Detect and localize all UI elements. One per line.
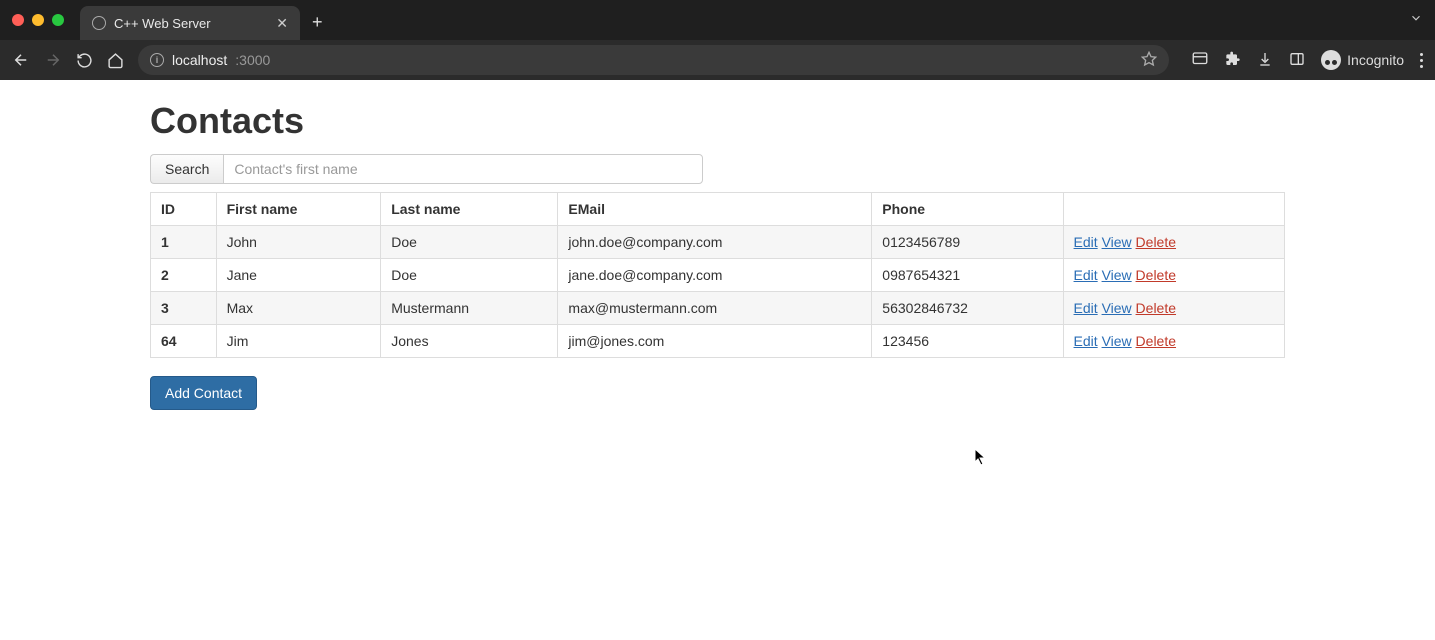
cell-email: max@mustermann.com [558, 292, 872, 325]
col-last-name: Last name [381, 193, 558, 226]
col-first-name: First name [216, 193, 381, 226]
maximize-window-icon[interactable] [52, 14, 64, 26]
toolbar-right-icons: Incognito [1191, 50, 1423, 71]
window-controls [12, 14, 64, 26]
browser-titlebar: C++ Web Server ✕ + [0, 0, 1435, 40]
cell-email: jim@jones.com [558, 325, 872, 358]
incognito-label: Incognito [1347, 52, 1404, 68]
reload-button[interactable] [76, 52, 93, 69]
cell-id: 64 [151, 325, 217, 358]
col-id: ID [151, 193, 217, 226]
cell-email: jane.doe@company.com [558, 259, 872, 292]
globe-icon [92, 16, 106, 30]
edit-link[interactable]: Edit [1074, 300, 1098, 316]
url-host: localhost [172, 52, 227, 68]
new-tab-button[interactable]: + [312, 12, 323, 33]
cell-actions: Edit View Delete [1063, 325, 1284, 358]
cell-first-name: Max [216, 292, 381, 325]
browser-toolbar: i localhost :3000 Incognito [0, 40, 1435, 80]
downloads-icon[interactable] [1257, 51, 1273, 70]
forward-button[interactable] [44, 51, 62, 69]
delete-link[interactable]: Delete [1136, 333, 1176, 349]
add-contact-button[interactable]: Add Contact [150, 376, 257, 410]
delete-link[interactable]: Delete [1136, 234, 1176, 250]
site-info-icon[interactable]: i [150, 53, 164, 67]
minimize-window-icon[interactable] [32, 14, 44, 26]
tabs-overflow-icon[interactable] [1409, 11, 1423, 30]
delete-link[interactable]: Delete [1136, 300, 1176, 316]
cell-id: 3 [151, 292, 217, 325]
search-button[interactable]: Search [150, 154, 223, 184]
cell-email: john.doe@company.com [558, 226, 872, 259]
search-group: Search [150, 154, 1285, 184]
browser-menu-icon[interactable] [1420, 53, 1423, 68]
cell-actions: Edit View Delete [1063, 226, 1284, 259]
col-actions [1063, 193, 1284, 226]
col-email: EMail [558, 193, 872, 226]
close-window-icon[interactable] [12, 14, 24, 26]
home-button[interactable] [107, 52, 124, 69]
translate-icon[interactable] [1191, 50, 1209, 71]
incognito-badge[interactable]: Incognito [1321, 50, 1404, 70]
view-link[interactable]: View [1102, 333, 1132, 349]
table-row: 2JaneDoejane.doe@company.com0987654321Ed… [151, 259, 1285, 292]
edit-link[interactable]: Edit [1074, 333, 1098, 349]
cell-phone: 0987654321 [872, 259, 1063, 292]
cell-phone: 56302846732 [872, 292, 1063, 325]
back-button[interactable] [12, 51, 30, 69]
cell-actions: Edit View Delete [1063, 259, 1284, 292]
table-row: 64JimJonesjim@jones.com123456Edit View D… [151, 325, 1285, 358]
table-header-row: ID First name Last name EMail Phone [151, 193, 1285, 226]
cell-first-name: John [216, 226, 381, 259]
cell-last-name: Jones [381, 325, 558, 358]
contacts-table: ID First name Last name EMail Phone 1Joh… [150, 192, 1285, 358]
incognito-icon [1321, 50, 1341, 70]
cell-phone: 123456 [872, 325, 1063, 358]
cell-id: 2 [151, 259, 217, 292]
cell-last-name: Doe [381, 226, 558, 259]
cell-last-name: Mustermann [381, 292, 558, 325]
url-port: :3000 [235, 52, 270, 68]
mouse-cursor-icon [974, 448, 988, 471]
cell-first-name: Jim [216, 325, 381, 358]
browser-chrome: C++ Web Server ✕ + i localhost :3000 [0, 0, 1435, 80]
delete-link[interactable]: Delete [1136, 267, 1176, 283]
col-phone: Phone [872, 193, 1063, 226]
cell-id: 1 [151, 226, 217, 259]
extensions-icon[interactable] [1225, 51, 1241, 70]
view-link[interactable]: View [1102, 267, 1132, 283]
cell-actions: Edit View Delete [1063, 292, 1284, 325]
search-input[interactable] [223, 154, 703, 184]
tab-title: C++ Web Server [114, 16, 211, 31]
cell-first-name: Jane [216, 259, 381, 292]
edit-link[interactable]: Edit [1074, 234, 1098, 250]
table-row: 1JohnDoejohn.doe@company.com0123456789Ed… [151, 226, 1285, 259]
browser-tab[interactable]: C++ Web Server ✕ [80, 6, 300, 40]
panel-icon[interactable] [1289, 51, 1305, 70]
close-tab-icon[interactable]: ✕ [276, 15, 288, 32]
view-link[interactable]: View [1102, 234, 1132, 250]
view-link[interactable]: View [1102, 300, 1132, 316]
address-bar[interactable]: i localhost :3000 [138, 45, 1169, 75]
edit-link[interactable]: Edit [1074, 267, 1098, 283]
page-title: Contacts [150, 100, 1285, 142]
page-content: Contacts Search ID First name Last name … [0, 80, 1435, 430]
cell-phone: 0123456789 [872, 226, 1063, 259]
table-row: 3MaxMustermannmax@mustermann.com56302846… [151, 292, 1285, 325]
cell-last-name: Doe [381, 259, 558, 292]
bookmark-star-icon[interactable] [1141, 51, 1157, 70]
